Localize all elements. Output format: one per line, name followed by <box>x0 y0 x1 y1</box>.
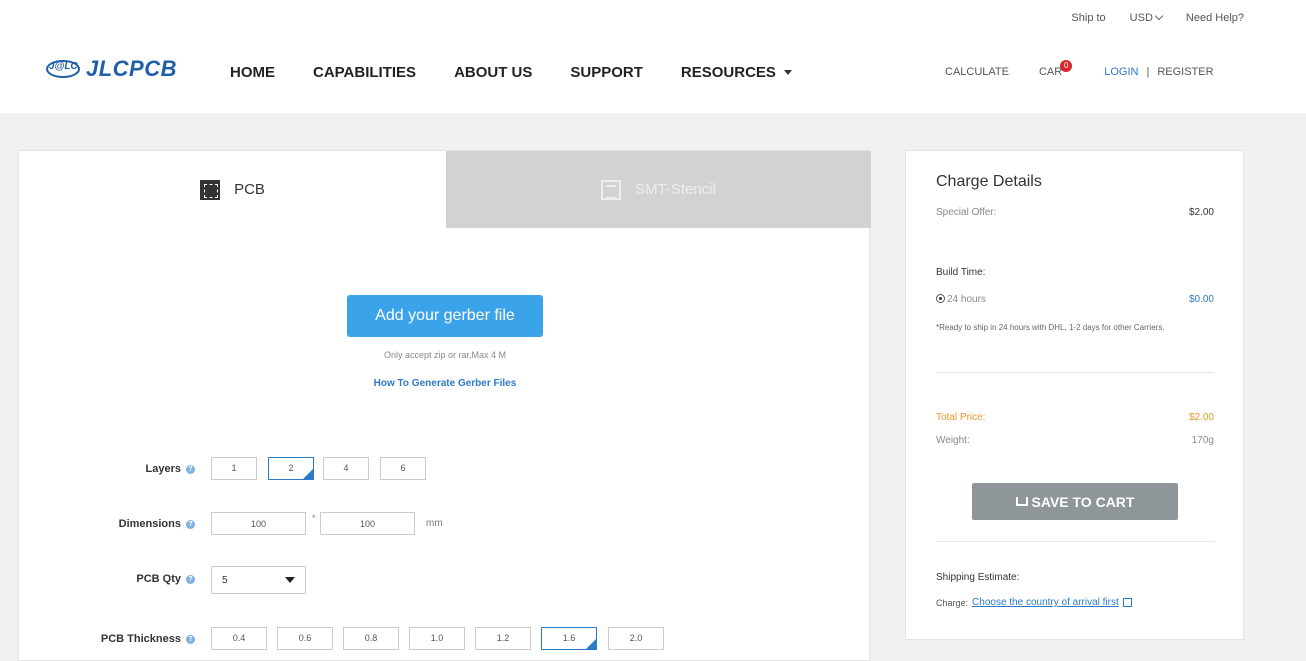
upload-note: Only accept zip or rar,Max 4 M <box>383 350 507 360</box>
build-time-price: $0.00 <box>1188 294 1214 305</box>
charge-details-panel: Charge Details Special Offer: $2.00 Buil… <box>905 150 1244 640</box>
cart-label: CAR <box>1038 66 1063 78</box>
quote-panel: PCB SMT-Stencil Add your gerber file Onl… <box>18 150 871 661</box>
qty-select[interactable]: 5 <box>211 566 306 594</box>
caret-down-icon <box>285 577 295 583</box>
thickness-option-1-6[interactable]: 1.6 <box>541 627 597 650</box>
shipping-estimate-label: Shipping Estimate: <box>936 572 1020 583</box>
info-icon[interactable]: ? <box>186 574 195 584</box>
ship-to-link[interactable]: Ship to <box>1071 12 1105 24</box>
cart-count-badge: 0 <box>1060 60 1073 72</box>
build-time-label: Build Time: <box>936 267 986 278</box>
nav-support[interactable]: SUPPORT <box>570 64 643 81</box>
weight-row: Weight: 170g <box>936 435 1214 446</box>
currency-selector[interactable]: USD <box>1129 11 1164 24</box>
account-nav: CALCULATE CAR 0 LOGIN | REGISTER <box>945 60 1214 78</box>
nav-resources-label: RESOURCES <box>680 64 776 81</box>
how-to-generate-gerber-link[interactable]: How To Generate Gerber Files <box>329 378 561 389</box>
layers-label-text: Layers <box>145 463 181 475</box>
dimensions-label: Dimensions ? <box>35 518 195 530</box>
calculate-link[interactable]: CALCULATE <box>945 66 1009 78</box>
layers-label: Layers ? <box>35 463 195 475</box>
cart-icon <box>1015 497 1028 506</box>
product-tabs: PCB SMT-Stencil <box>19 151 871 228</box>
tab-pcb-label: PCB <box>234 181 265 198</box>
shipping-charge-label: Charge: <box>936 597 969 608</box>
total-price-row: Total Price: $2.00 <box>936 412 1214 423</box>
build-time-note: *Ready to ship in 24 hours with DHL, 1-2… <box>936 323 1165 332</box>
tab-pcb[interactable]: PCB <box>19 151 446 228</box>
chevron-down-icon <box>1154 11 1164 21</box>
shipping-charge-row: Charge: Choose the country of arrival fi… <box>936 597 1132 608</box>
radio-selected-icon[interactable] <box>936 294 945 303</box>
thickness-option-0-8[interactable]: 0.8 <box>343 627 399 650</box>
site-header: Ship to USD Need Help? J@LC JLCPCB HOME … <box>0 0 1306 113</box>
layers-option-2[interactable]: 2 <box>268 457 314 480</box>
special-offer-label: Special Offer: <box>936 207 997 218</box>
qty-label-text: PCB Qty <box>136 573 181 585</box>
layers-option-6[interactable]: 6 <box>380 457 426 480</box>
info-icon[interactable]: ? <box>186 519 195 529</box>
cart-link[interactable]: CAR 0 <box>1038 60 1073 78</box>
nav-about-us[interactable]: ABOUT US <box>454 64 532 81</box>
dimension-times-sign: * <box>312 513 316 523</box>
divider <box>936 372 1214 373</box>
nav-separator: | <box>1146 66 1150 78</box>
currency-label: USD <box>1129 12 1153 24</box>
thickness-option-1-2[interactable]: 1.2 <box>475 627 531 650</box>
register-link[interactable]: REGISTER <box>1157 66 1213 78</box>
main-nav: HOME CAPABILITIES ABOUT US SUPPORT RESOU… <box>230 64 792 81</box>
thickness-option-0-4[interactable]: 0.4 <box>211 627 267 650</box>
thickness-option-0-6[interactable]: 0.6 <box>277 627 333 650</box>
dimensions-label-text: Dimensions <box>118 518 181 530</box>
nav-capabilities[interactable]: CAPABILITIES <box>313 64 416 81</box>
external-link-icon[interactable] <box>1122 598 1132 607</box>
layers-option-1[interactable]: 1 <box>211 457 257 480</box>
save-to-cart-label: SAVE TO CART <box>1031 493 1135 510</box>
special-offer-value: $2.00 <box>1188 207 1214 218</box>
save-to-cart-button[interactable]: SAVE TO CART <box>972 483 1178 520</box>
add-gerber-button[interactable]: Add your gerber file <box>347 295 543 337</box>
logo-text: JLCPCB <box>86 56 178 81</box>
thickness-option-1-0[interactable]: 1.0 <box>409 627 465 650</box>
tab-smt-label: SMT-Stencil <box>635 181 716 198</box>
special-offer-row: Special Offer: $2.00 <box>936 207 1214 218</box>
weight-label: Weight: <box>936 435 970 446</box>
weight-value: 170g <box>1191 435 1214 446</box>
login-link[interactable]: LOGIN <box>1104 66 1138 78</box>
divider <box>936 541 1214 542</box>
choose-country-link[interactable]: Choose the country of arrival first <box>972 597 1119 608</box>
info-icon[interactable]: ? <box>186 634 195 644</box>
qty-value: 5 <box>222 574 228 586</box>
width-input[interactable] <box>211 512 306 535</box>
total-price-label: Total Price: <box>936 412 986 423</box>
pcb-icon <box>200 179 221 200</box>
layers-option-4[interactable]: 4 <box>323 457 369 480</box>
need-help-link[interactable]: Need Help? <box>1186 12 1244 24</box>
build-time-option[interactable]: 24 hours <box>936 294 986 305</box>
top-bar: Ship to USD Need Help? <box>1071 11 1244 24</box>
build-time-row[interactable]: 24 hours $0.00 <box>936 294 1214 305</box>
info-icon[interactable]: ? <box>186 464 195 474</box>
logo[interactable]: J@LC JLCPCB <box>46 56 177 82</box>
thickness-label-text: PCB Thickness <box>100 633 181 645</box>
logo-mark-text: J@LC <box>49 61 78 72</box>
caret-down-icon <box>783 70 792 75</box>
thickness-label: PCB Thickness ? <box>35 633 195 645</box>
total-price-value: $2.00 <box>1188 412 1214 423</box>
thickness-option-2-0[interactable]: 2.0 <box>608 627 664 650</box>
qty-label: PCB Qty ? <box>35 573 195 585</box>
charge-title: Charge Details <box>936 173 1042 190</box>
nav-resources[interactable]: RESOURCES <box>681 64 792 81</box>
nav-home[interactable]: HOME <box>230 64 275 81</box>
height-input[interactable] <box>320 512 415 535</box>
build-time-option-label: 24 hours <box>947 294 986 305</box>
tab-smt-stencil[interactable]: SMT-Stencil <box>446 151 871 228</box>
stencil-icon <box>601 179 622 200</box>
dimension-unit: mm <box>426 518 443 529</box>
logo-mark-icon: J@LC <box>46 58 82 80</box>
